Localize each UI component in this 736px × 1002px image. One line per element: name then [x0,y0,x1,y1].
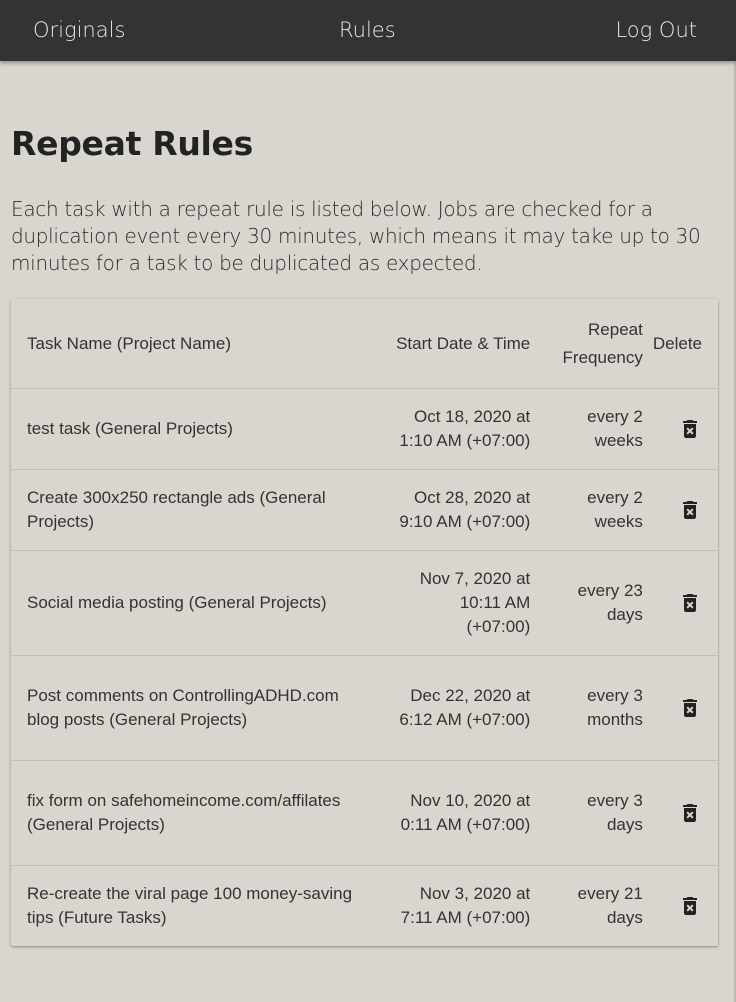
start-date-line: Nov 10, 2020 at [410,791,531,810]
frequency-cell: every 3 months [540,655,653,761]
task-name-cell: fix form on safehomeincome.com/affilates… [11,760,366,866]
task-name-cell: Create 300x250 rectangle ads (General Pr… [11,469,366,551]
frequency-unit-line: weeks [594,512,643,531]
start-date-line: Dec 22, 2020 at [410,686,531,705]
nav-rules-link[interactable]: Rules [339,0,396,61]
start-date-line: Oct 18, 2020 at [414,407,531,426]
start-time-line: 1:10 AM (+07:00) [399,431,531,450]
frequency-cell: every 3 days [540,760,653,866]
top-nav-bar: Originals Rules Log Out [0,0,736,61]
header-start-date: Start Date & Time [396,333,531,353]
table-row: Social media posting (General Projects) … [11,550,718,656]
intro-text: Each task with a repeat rule is listed b… [11,197,701,275]
header-task-name: Task Name (Project Name) [27,333,232,353]
start-time-line: 9:10 AM (+07:00) [399,512,531,531]
page-title: Repeat Rules [11,124,253,163]
start-date-line: Nov 7, 2020 at [419,569,531,588]
start-date-cell: Nov 7, 2020 at 10:11 AM (+07:00) [365,550,541,656]
table-row: test task (General Projects) Oct 18, 202… [11,388,718,470]
delete-forever-icon[interactable] [678,417,702,441]
table-row: Create 300x250 rectangle ads (General Pr… [11,469,718,551]
start-date-cell: Oct 18, 2020 at 1:10 AM (+07:00) [365,388,541,470]
start-date-line: Nov 3, 2020 at [419,884,531,903]
repeat-rules-table-card: Task Name (Project Name) Start Date & Ti… [11,299,718,946]
frequency-unit-line: weeks [594,431,643,450]
delete-cell [652,655,718,761]
start-date-cell: Dec 22, 2020 at 6:12 AM (+07:00) [365,655,541,761]
table-row: fix form on safehomeincome.com/affilates… [11,760,718,866]
start-time-line: 0:11 AM (+07:00) [400,815,531,834]
header-delete: Delete [652,333,702,353]
frequency-line: every 3 [587,791,643,810]
frequency-line: every 3 [587,686,643,705]
frequency-line: every 23 [577,581,643,600]
delete-forever-icon[interactable] [678,894,702,918]
task-name-cell: Post comments on ControllingADHD.com blo… [11,655,366,761]
delete-cell [652,865,718,946]
delete-cell [652,388,718,470]
frequency-cell: every 2 weeks [540,469,653,551]
start-date-line: Oct 28, 2020 at [414,488,531,507]
delete-forever-icon[interactable] [678,591,702,615]
table-row: Post comments on ControllingADHD.com blo… [11,655,718,761]
start-timezone-line: (+07:00) [466,617,531,636]
repeat-rules-table: Task Name (Project Name) Start Date & Ti… [11,299,718,946]
delete-forever-icon[interactable] [678,696,702,720]
frequency-cell: every 23 days [540,550,653,656]
task-name-cell: Social media posting (General Projects) [11,550,366,656]
delete-cell [652,550,718,656]
start-time-line: 6:12 AM (+07:00) [399,710,531,729]
frequency-unit-line: days [606,815,643,834]
frequency-cell: every 2 weeks [540,388,653,470]
start-date-cell: Nov 3, 2020 at 7:11 AM (+07:00) [365,865,541,946]
start-date-cell: Nov 10, 2020 at 0:11 AM (+07:00) [365,760,541,866]
task-name-cell: Re-create the viral page 100 money-savin… [11,865,366,946]
nav-logout-link[interactable]: Log Out [615,0,697,61]
table-row: Re-create the viral page 100 money-savin… [11,865,718,946]
frequency-line: every 2 [587,407,643,426]
header-frequency-line1: Repeat [588,319,643,339]
table-header-row: Task Name (Project Name) Start Date & Ti… [11,299,718,389]
delete-cell [652,469,718,551]
frequency-unit-line: days [606,908,643,927]
frequency-unit-line: days [606,605,643,624]
frequency-unit-line: months [587,710,643,729]
delete-forever-icon[interactable] [678,801,702,825]
delete-cell [652,760,718,866]
header-repeat-frequency: Repeat Frequency [540,299,653,389]
start-time-line: 7:11 AM (+07:00) [400,908,531,927]
delete-forever-icon[interactable] [678,498,702,522]
nav-originals-link[interactable]: Originals [33,0,125,61]
start-date-cell: Oct 28, 2020 at 9:10 AM (+07:00) [365,469,541,551]
frequency-line: every 21 [577,884,643,903]
frequency-line: every 2 [587,488,643,507]
start-time-line: 10:11 AM [459,593,531,612]
header-frequency-line2: Frequency [562,347,643,367]
frequency-cell: every 21 days [540,865,653,946]
task-name-cell: test task (General Projects) [11,388,366,470]
